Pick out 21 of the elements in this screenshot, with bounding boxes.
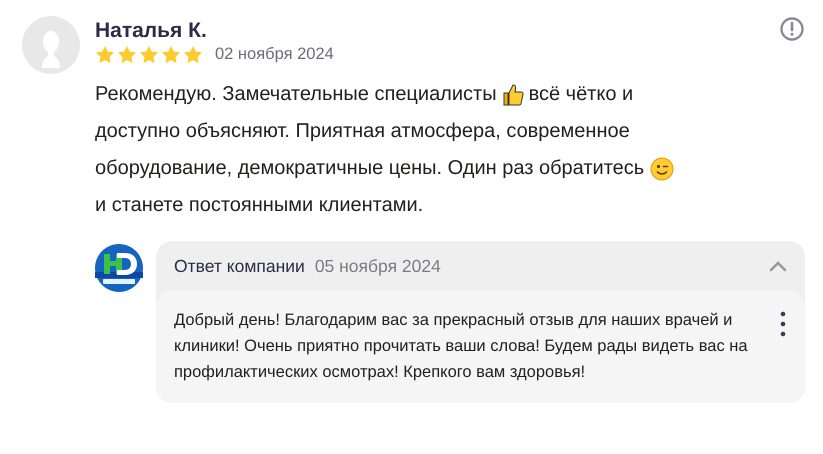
star-icon <box>161 45 181 64</box>
star-icon <box>139 45 159 64</box>
report-icon[interactable] <box>779 16 805 42</box>
author-name[interactable]: Наталья К. <box>95 19 207 43</box>
review-text: и станете постоянными клиентами. <box>95 193 424 218</box>
review-text: Рекомендую. Замечательные специалисты <box>95 82 497 107</box>
review-text: всё чётко и <box>528 82 634 107</box>
star-icon <box>95 45 115 64</box>
review-text: доступно объясняют. Приятная атмосфера, современное <box>95 119 630 144</box>
review-date: 02 ноября 2024 <box>215 45 334 64</box>
thumbs-up-icon <box>500 82 525 106</box>
review-text: оборудование, демократичные цены. Один раз обратитесь <box>95 156 644 181</box>
collapse-icon[interactable] <box>769 260 787 272</box>
reply-title: Ответ компании <box>174 256 305 276</box>
reply-text: Добрый день! Благодарим вас за прекрасный отзыв для наших врачей и клиники! Очень приятно прочитать ваши слова! Будем рады видеть вас на профилактических осмотрах! Крепкого вам здоровья! <box>174 310 749 383</box>
winking-face-icon <box>650 156 674 180</box>
star-icon <box>183 45 203 64</box>
star-icon <box>117 45 137 64</box>
reply-date: 05 ноября 2024 <box>314 256 442 276</box>
more-icon[interactable] <box>779 311 787 337</box>
company-logo <box>95 244 143 292</box>
